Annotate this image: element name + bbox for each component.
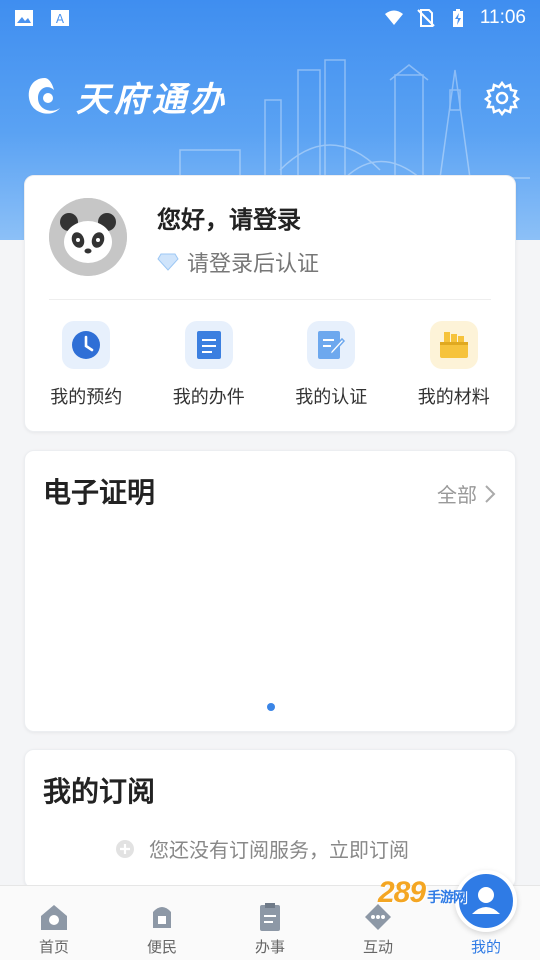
watermark-text: 289 bbox=[378, 876, 426, 909]
subscribe-prompt-text: 您还没有订阅服务，立即订阅 bbox=[149, 838, 409, 862]
quick-action-label: 我的办件 bbox=[172, 387, 245, 408]
certificates-view-all[interactable]: 全部 bbox=[437, 479, 497, 508]
login-greeting[interactable]: 您好，请登录 bbox=[157, 200, 301, 235]
watermark-logo: 289 手游网 bbox=[378, 876, 467, 910]
plus-circle-icon bbox=[116, 839, 134, 858]
avatar[interactable] bbox=[49, 198, 127, 276]
status-time: 11:06 bbox=[479, 7, 526, 28]
tab-affairs[interactable]: 办事 bbox=[216, 886, 324, 960]
panda-avatar-icon bbox=[49, 198, 127, 276]
clipboard-icon bbox=[260, 903, 280, 931]
quick-action-label: 我的材料 bbox=[417, 387, 490, 408]
tab-label: 办事 bbox=[254, 938, 285, 956]
folder-icon bbox=[429, 321, 478, 369]
tab-home[interactable]: 首页 bbox=[0, 886, 108, 960]
tab-label: 首页 bbox=[38, 938, 69, 956]
panda-swirl-logo-icon bbox=[28, 77, 60, 114]
wifi-icon bbox=[384, 10, 403, 25]
quick-action-appointments[interactable]: 我的预约 bbox=[25, 321, 148, 409]
profile-icon bbox=[472, 887, 500, 914]
view-all-label: 全部 bbox=[437, 483, 477, 507]
quick-action-label: 我的认证 bbox=[295, 387, 368, 408]
home-icon bbox=[41, 905, 67, 930]
tab-label: 互动 bbox=[362, 938, 393, 956]
watermark-suffix: 手游网 bbox=[427, 889, 467, 905]
user-card: 您好，请登录 请登录后认证 我的预约 我的办件 我的认证 我的材料 bbox=[24, 175, 516, 432]
edit-document-icon bbox=[307, 321, 356, 369]
subscriptions-title: 我的订阅 bbox=[43, 775, 156, 808]
no-sim-icon bbox=[417, 9, 435, 27]
text-notification-icon: A bbox=[51, 10, 69, 26]
app-title: 天府通办 bbox=[76, 80, 228, 120]
quick-action-verification[interactable]: 我的认证 bbox=[270, 321, 393, 409]
verify-hint-text: 请登录后认证 bbox=[187, 252, 320, 277]
verify-hint[interactable]: 请登录后认证 bbox=[157, 246, 319, 278]
carousel-page-indicator bbox=[267, 703, 275, 711]
settings-gear-icon[interactable] bbox=[484, 80, 520, 116]
tab-services[interactable]: 便民 bbox=[108, 886, 216, 960]
subscriptions-card: 我的订阅 您还没有订阅服务，立即订阅 bbox=[24, 749, 516, 889]
tab-label: 便民 bbox=[146, 938, 177, 956]
subscribe-prompt[interactable]: 您还没有订阅服务，立即订阅 bbox=[115, 834, 409, 863]
certificates-title: 电子证明 bbox=[43, 476, 156, 509]
tab-label: 我的 bbox=[470, 938, 501, 956]
divider bbox=[49, 299, 491, 300]
svg-text:A: A bbox=[56, 12, 65, 26]
status-bar: A 11:06 bbox=[0, 0, 540, 36]
app-logo: 天府通办 bbox=[22, 72, 228, 121]
service-icon bbox=[153, 907, 171, 928]
certificates-card: 电子证明 全部 bbox=[24, 450, 516, 732]
battery-charging-icon bbox=[452, 9, 463, 27]
quick-action-label: 我的预约 bbox=[50, 387, 123, 408]
quick-action-cases[interactable]: 我的办件 bbox=[148, 321, 271, 409]
chevron-right-icon bbox=[485, 484, 496, 503]
image-notification-icon bbox=[15, 10, 33, 26]
quick-action-materials[interactable]: 我的材料 bbox=[393, 321, 516, 409]
diamond-icon bbox=[157, 253, 179, 271]
quick-actions: 我的预约 我的办件 我的认证 我的材料 bbox=[25, 321, 515, 409]
document-icon bbox=[184, 321, 233, 369]
clock-icon bbox=[62, 321, 111, 369]
